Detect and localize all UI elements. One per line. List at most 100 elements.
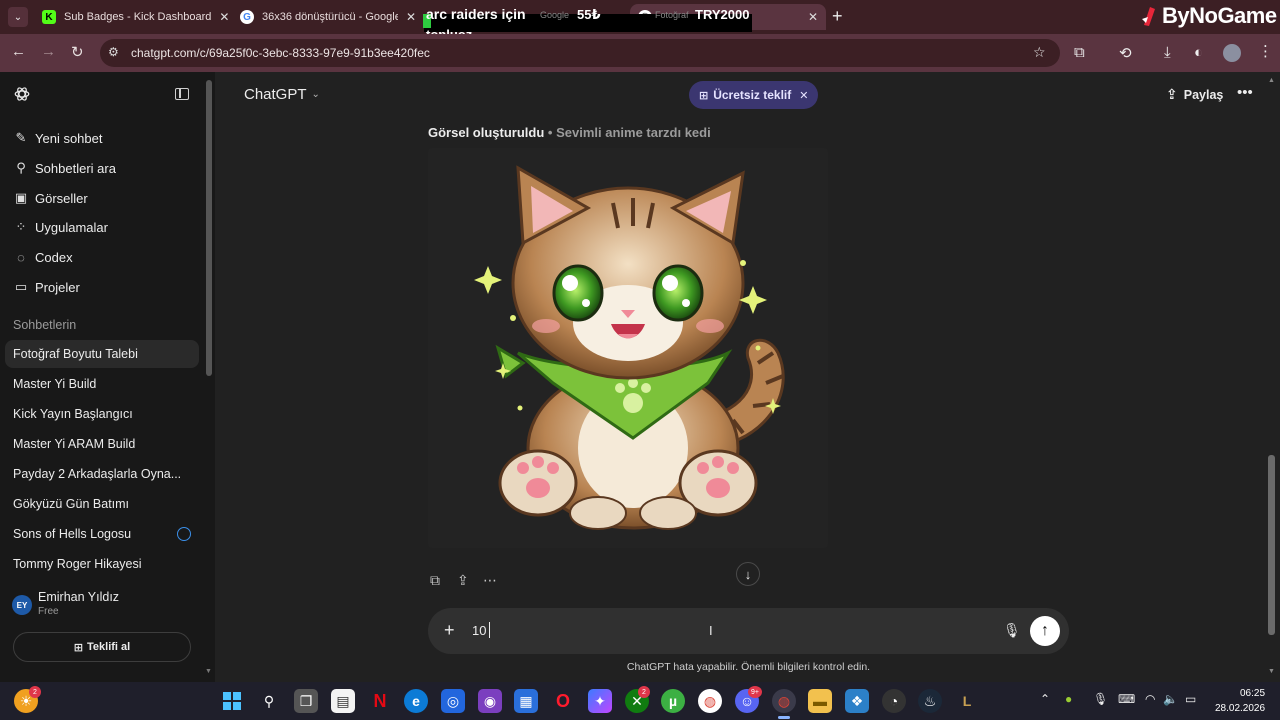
edge-icon[interactable]: e — [404, 689, 428, 713]
sidebar-toggle-icon[interactable] — [175, 88, 189, 100]
tab-google-search[interactable]: G 36x36 dönüştürücü - Google'da ✕ — [232, 4, 424, 30]
share-button[interactable]: ⇪ Paylaş — [1166, 86, 1223, 103]
more-options-icon[interactable]: ⋯ — [483, 572, 497, 589]
microphone-icon[interactable]: 🎙 — [1003, 622, 1021, 639]
share-icon[interactable]: ⇪ — [457, 572, 469, 589]
generated-image[interactable] — [428, 148, 828, 548]
clock-date[interactable]: 28.02.2026 — [1215, 703, 1265, 714]
back-icon[interactable]: ← — [11, 43, 26, 60]
utorrent-icon[interactable]: µ — [661, 689, 685, 713]
start-menu-icon[interactable] — [220, 689, 244, 713]
league-client-icon[interactable]: L — [955, 689, 979, 713]
chat-list-item[interactable]: Tommy Roger Hikayesi — [5, 550, 199, 578]
tab-kick-dashboard[interactable]: K Sub Badges - Kick Dashboard ✕ — [34, 4, 228, 30]
forward-icon[interactable]: → — [41, 43, 56, 60]
scroll-up-arrow-icon[interactable]: ▲ — [1268, 77, 1275, 84]
tab-close-icon[interactable]: ✕ — [800, 10, 818, 24]
tray-app-icon[interactable]: ● — [1065, 692, 1072, 706]
clock-time[interactable]: 06:25 — [1240, 688, 1265, 699]
image-caption: Görsel oluşturuldu • Sevimli anime tarzd… — [428, 125, 711, 140]
sidebar-scrollbar[interactable] — [206, 80, 212, 376]
profile-avatar[interactable] — [1223, 44, 1241, 62]
chat-list-item[interactable]: Sons of Hells Logosu — [5, 520, 199, 548]
copilot-icon[interactable]: ✦ — [588, 689, 612, 713]
browser-menu-icon[interactable]: ⋮ — [1258, 42, 1273, 60]
obs-icon[interactable]: ◔ — [882, 689, 906, 713]
send-button[interactable]: ↑ — [1030, 616, 1060, 646]
user-avatar[interactable]: EY — [12, 595, 32, 615]
taskbar-search-icon[interactable]: ⚲ — [257, 689, 281, 713]
task-view-icon[interactable]: ❐ — [294, 689, 318, 713]
disclaimer-text: ChatGPT hata yapabilir. Önemli bilgileri… — [626, 661, 871, 673]
chrome-icon[interactable]: ◍ — [698, 689, 722, 713]
site-settings-icon[interactable]: ⚙ — [108, 45, 119, 59]
media-icon[interactable]: ◐ — [1194, 44, 1203, 61]
tab-close-icon[interactable]: ✕ — [398, 10, 416, 24]
share-icon: ⇪ — [1166, 86, 1178, 102]
app-icon[interactable]: ◎ — [441, 689, 465, 713]
extensions-icon[interactable]: ⧉ — [1074, 44, 1085, 61]
sidebar-item-new-chat[interactable]: ✎ Yeni sohbet — [13, 128, 103, 148]
sidebar-item-codex[interactable]: ◌ Codex — [13, 247, 72, 267]
image-caption-title: Görsel oluşturuldu — [428, 125, 545, 140]
chat-list-item[interactable]: Fotoğraf Boyutu Talebi — [5, 340, 199, 368]
sidebar-item-label: Görseller — [35, 190, 88, 206]
add-attachment-icon[interactable]: + — [444, 620, 455, 641]
chat-list-item[interactable]: Master Yi Build — [5, 370, 199, 398]
scroll-to-bottom-button[interactable]: ↓ — [736, 562, 760, 586]
opera-icon[interactable]: O — [551, 689, 575, 713]
file-explorer-icon[interactable]: ▬ — [808, 689, 832, 713]
sidebar-item-label: Projeler — [35, 279, 80, 295]
chrome-profile-icon[interactable]: ◍ — [772, 689, 796, 713]
chevron-down-icon: ⌄ — [311, 89, 320, 100]
reload-icon[interactable]: ↻ — [71, 43, 84, 61]
chat-list-item[interactable]: Kick Yayın Başlangıcı — [5, 400, 199, 428]
folder-icon: ▭ — [14, 279, 28, 294]
prompt-composer[interactable] — [428, 608, 1069, 654]
sidebar-item-label: Yeni sohbet — [35, 130, 103, 146]
scroll-down-arrow-icon[interactable]: ▼ — [1268, 668, 1275, 675]
more-options-icon[interactable]: ••• — [1237, 84, 1253, 101]
sidebar-item-apps[interactable]: ⁘ Uygulamalar — [13, 217, 108, 237]
xbox-badge: 2 — [638, 686, 650, 698]
battery-icon[interactable]: ▭ — [1185, 692, 1196, 706]
tray-overflow-icon[interactable]: ⌃ — [1040, 692, 1050, 706]
images-icon: ▣ — [14, 190, 28, 205]
model-selector[interactable]: ChatGPT ⌄ — [244, 86, 320, 103]
copy-icon[interactable]: ⧉ — [430, 572, 440, 589]
tab-close-icon[interactable]: ✕ — [211, 10, 228, 24]
free-offer-pill[interactable]: ⊞ Ücretsiz teklif ✕ — [689, 81, 819, 109]
close-icon[interactable]: ✕ — [799, 89, 808, 102]
chat-list-item[interactable]: Payday 2 Arkadaşlarla Oyna... — [5, 460, 199, 488]
tray-microphone-icon[interactable]: 🎙 — [1093, 692, 1108, 706]
chat-list-item[interactable]: Gökyüzü Gün Batımı — [5, 490, 199, 518]
history-icon[interactable]: ⟲ — [1119, 44, 1132, 62]
share-label: Paylaş — [1183, 87, 1224, 102]
camera-app-icon[interactable]: ◉ — [478, 689, 502, 713]
notepad-icon[interactable]: ▤ — [331, 689, 355, 713]
brand-name: ByNoGame — [1162, 3, 1277, 28]
new-tab-button[interactable]: + — [832, 6, 843, 27]
microsoft-store-icon[interactable]: ▦ — [514, 689, 538, 713]
user-name[interactable]: Emirhan Yıldız — [38, 590, 119, 604]
codex-icon: ◌ — [17, 249, 25, 265]
wifi-icon[interactable]: ◠ — [1145, 692, 1155, 706]
volume-icon[interactable]: 🔈 — [1163, 692, 1178, 706]
sidebar-item-search-chats[interactable]: ⚲ Sohbetleri ara — [13, 158, 116, 178]
steam-icon[interactable]: ♨ — [918, 689, 942, 713]
network-app-icon[interactable]: ❖ — [845, 689, 869, 713]
sidebar-item-images[interactable]: ▣ Görseller — [13, 188, 88, 208]
tab-search-button[interactable]: ⌄ — [8, 7, 28, 27]
chat-list-item[interactable]: Master Yi ARAM Build — [5, 430, 199, 458]
netflix-icon[interactable]: N — [368, 689, 392, 713]
prompt-input[interactable]: 10 — [472, 623, 486, 638]
active-app-indicator — [778, 716, 790, 719]
download-icon[interactable]: ⤓ — [1164, 44, 1171, 61]
get-offer-button[interactable]: ⊞ Teklifi al — [13, 632, 191, 662]
url-text[interactable]: chatgpt.com/c/69a25f0c-3ebc-8333-97e9-91… — [131, 46, 430, 60]
main-scrollbar[interactable] — [1268, 455, 1275, 635]
keyboard-icon[interactable]: ⌨ — [1118, 692, 1135, 706]
chatgpt-logo-icon[interactable] — [13, 85, 31, 103]
bookmark-star-icon[interactable]: ☆ — [1033, 44, 1046, 61]
sidebar-item-projects[interactable]: ▭ Projeler — [13, 277, 80, 297]
